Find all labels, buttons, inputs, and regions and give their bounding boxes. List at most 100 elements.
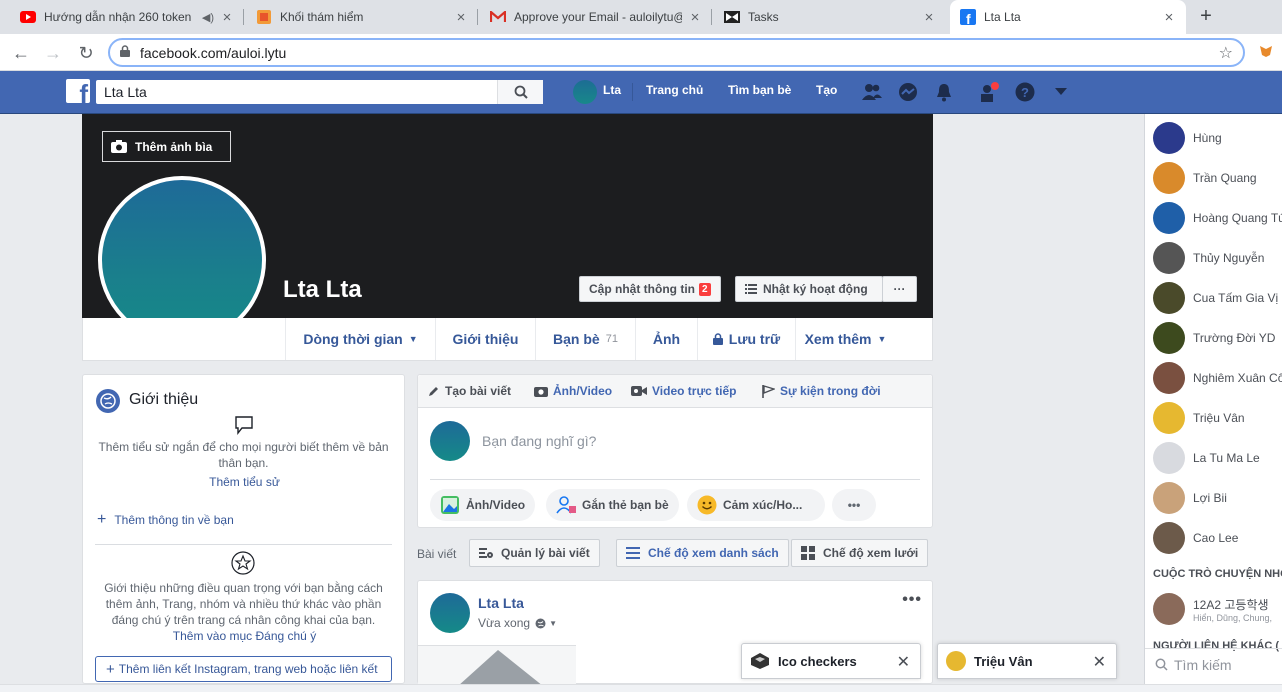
facebook-logo-icon[interactable]: f	[66, 79, 90, 103]
chat-tab-trieu-van[interactable]: Triệu Vân ✕	[937, 643, 1117, 679]
browser-tab-strip: Hướng dẫn nhận 260 token ◀) × Khối thám …	[0, 0, 1282, 34]
composer-more-button[interactable]: •••	[832, 489, 876, 521]
manage-posts-button[interactable]: Quản lý bài viết	[469, 539, 600, 567]
post-author-name[interactable]: Lta Lta	[478, 595, 524, 611]
contact-avatar	[1153, 442, 1185, 474]
divider	[95, 544, 392, 545]
tab-title: Tasks	[748, 10, 779, 24]
post-options-button[interactable]: •••	[902, 591, 922, 609]
extension-icon[interactable]	[1258, 43, 1274, 59]
composer-input[interactable]: Bạn đang nghĩ gì?	[482, 433, 596, 449]
feeling-button[interactable]: Cảm xúc/Ho...	[687, 489, 825, 521]
photo-video-tab[interactable]: Ảnh/Video	[534, 384, 612, 398]
create-post-tab[interactable]: Tạo bài viết	[428, 384, 511, 398]
tab-title: Hướng dẫn nhận 260 token	[44, 10, 192, 24]
close-tab-icon[interactable]: ×	[922, 9, 936, 26]
speech-bubble-icon	[234, 415, 254, 438]
back-icon[interactable]: ←	[9, 41, 33, 65]
globe-icon[interactable]	[535, 618, 546, 629]
add-links-button[interactable]: + Thêm liên kết Instagram, trang web hoặ…	[95, 656, 392, 682]
browser-tab-khoi[interactable]: Khối thám hiểm ×	[246, 0, 478, 34]
tab-timeline[interactable]: Dòng thời gian ▼	[285, 318, 435, 360]
svg-text:f: f	[966, 11, 971, 25]
tasks-icon	[724, 9, 740, 25]
nav-divider	[632, 83, 633, 101]
contact-item[interactable]: Cao Lee	[1153, 522, 1238, 554]
contact-item[interactable]: Trường Đời YD	[1153, 322, 1275, 354]
search-icon[interactable]	[497, 80, 543, 104]
bookmark-star-icon[interactable]: ☆	[1219, 43, 1233, 63]
notifications-bell-icon[interactable]	[933, 81, 955, 103]
live-video-tab[interactable]: Video trực tiếp	[631, 384, 737, 398]
activity-log-button[interactable]: Nhật ký hoạt động	[735, 276, 883, 302]
forward-icon[interactable]: →	[41, 41, 65, 65]
chevron-down-icon[interactable]: ▼	[549, 619, 557, 628]
tab-archive[interactable]: Lưu trữ	[697, 318, 795, 360]
nav-create[interactable]: Tạo	[816, 83, 837, 97]
life-event-label: Sự kiện trong đời	[780, 384, 881, 398]
add-featured-link[interactable]: Thêm vào mục Đáng chú ý	[83, 629, 406, 643]
group-chat-item[interactable]: 12A2 고등학생 Hiển, Dũng, Chung,	[1153, 593, 1272, 625]
browser-tab-gmail[interactable]: Approve your Email - auloilytu@ ×	[480, 0, 712, 34]
contact-item[interactable]: Nghiêm Xuân Cô	[1153, 362, 1282, 394]
user-avatar[interactable]	[573, 80, 597, 104]
tab-about[interactable]: Giới thiệu	[435, 318, 535, 360]
life-event-tab[interactable]: Sự kiện trong đời	[762, 384, 881, 398]
photo-video-button[interactable]: Ảnh/Video	[430, 489, 536, 521]
browser-tab-tasks[interactable]: Tasks ×	[714, 0, 946, 34]
update-info-button[interactable]: Cập nhật thông tin 2	[579, 276, 721, 302]
friend-requests-icon[interactable]	[861, 81, 883, 103]
quick-help-people-icon[interactable]	[978, 81, 1000, 103]
close-tab-icon[interactable]: ×	[688, 9, 702, 26]
group-chat-text: 12A2 고등학생 Hiển, Dũng, Chung,	[1193, 596, 1272, 623]
add-bio-link[interactable]: Thêm tiểu sử	[83, 475, 406, 489]
contact-avatar	[1153, 162, 1185, 194]
tab-more-label: Xem thêm	[804, 331, 872, 347]
tab-photos[interactable]: Ảnh	[635, 318, 697, 360]
grid-view-button[interactable]: Chế độ xem lưới	[791, 539, 929, 567]
contact-item[interactable]: Triệu Vân	[1153, 402, 1245, 434]
user-profile-link[interactable]: Lta	[603, 83, 621, 97]
nav-find-friends[interactable]: Tìm bạn bè	[728, 83, 791, 97]
chat-search-input[interactable]: Tìm kiếm	[1145, 648, 1282, 680]
tag-friends-button[interactable]: Gắn thẻ bạn bè	[546, 489, 679, 521]
close-chat-icon[interactable]: ✕	[1093, 652, 1106, 672]
profile-more-button[interactable]: ···	[882, 276, 917, 302]
post-composer: Tạo bài viết Ảnh/Video Video trực tiếp S…	[417, 374, 933, 528]
chat-name: Ico checkers	[778, 653, 857, 669]
add-cover-photo-button[interactable]: Thêm ảnh bìa	[102, 131, 231, 162]
close-chat-icon[interactable]: ✕	[897, 652, 910, 672]
contact-avatar	[1153, 522, 1185, 554]
contact-item[interactable]: Hùng	[1153, 122, 1222, 154]
close-tab-icon[interactable]: ×	[220, 9, 234, 26]
chat-tab-ico-checkers[interactable]: Ico checkers ✕	[741, 643, 921, 679]
audio-icon[interactable]: ◀)	[202, 11, 214, 24]
contact-item[interactable]: Hoàng Quang Tú	[1153, 202, 1282, 234]
contact-item[interactable]: Trần Quang	[1153, 162, 1257, 194]
tab-photos-label: Ảnh	[652, 331, 681, 347]
close-tab-icon[interactable]: ×	[454, 9, 468, 26]
address-bar[interactable]: facebook.com/auloi.lytu ☆	[108, 38, 1245, 67]
close-tab-icon[interactable]: ×	[1162, 9, 1176, 26]
help-question-icon[interactable]: ?	[1014, 81, 1036, 103]
add-info-link[interactable]: + Thêm thông tin về bạn	[97, 511, 234, 529]
tab-more[interactable]: Xem thêm ▼	[795, 318, 895, 360]
account-menu-chevron-icon[interactable]	[1050, 81, 1072, 103]
composer-tabs: Tạo bài viết Ảnh/Video Video trực tiếp S…	[418, 375, 932, 408]
contact-item[interactable]: Lợi Bii	[1153, 482, 1227, 514]
new-tab-icon[interactable]: +	[1194, 5, 1218, 29]
browser-tab-facebook[interactable]: f Lta Lta ×	[950, 0, 1186, 34]
post-author-avatar[interactable]	[430, 593, 470, 633]
reload-icon[interactable]: ↻	[74, 41, 98, 65]
post-image[interactable]	[418, 645, 576, 685]
facebook-search-input[interactable]: Lta Lta	[96, 80, 543, 104]
contact-item[interactable]: Thủy Nguyễn	[1153, 242, 1264, 274]
nav-home[interactable]: Trang chủ	[646, 83, 703, 97]
contact-item[interactable]: La Tu Ma Le	[1153, 442, 1260, 474]
list-view-button[interactable]: Chế độ xem danh sách	[616, 539, 789, 567]
tab-friends[interactable]: Bạn bè 71	[535, 318, 635, 360]
tag-friends-label: Gắn thẻ bạn bè	[582, 498, 669, 512]
messenger-icon[interactable]	[897, 81, 919, 103]
contact-item[interactable]: Cua Tấm Gia Vị	[1153, 282, 1278, 314]
browser-tab-youtube[interactable]: Hướng dẫn nhận 260 token ◀) ×	[10, 0, 244, 34]
